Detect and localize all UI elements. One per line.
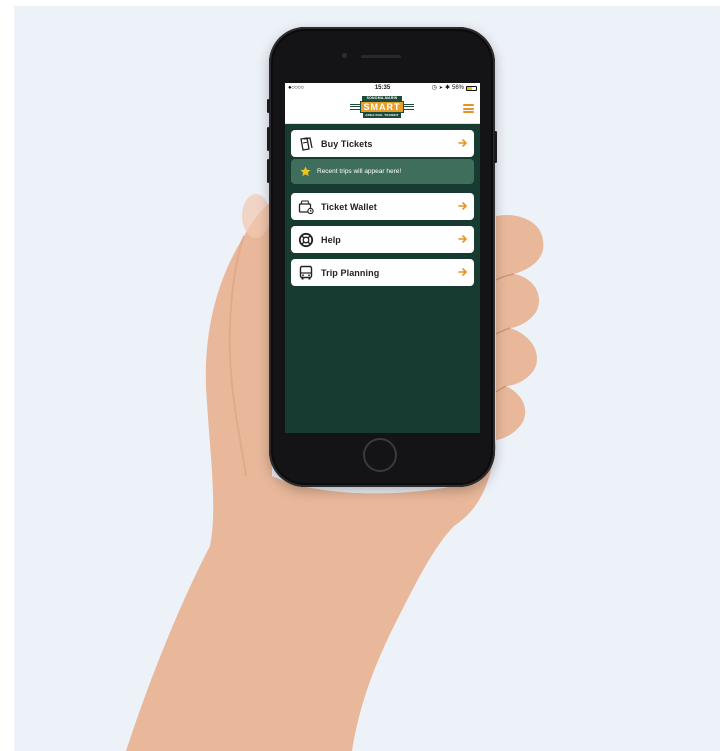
ticket-wallet-button[interactable]: Ticket Wallet <box>291 193 474 220</box>
arrow-right-icon <box>458 139 467 147</box>
recent-trips-text: Recent trips will appear here! <box>317 168 402 175</box>
app-header: SONOMA-MARIN SMART AREA RAIL TRANSIT <box>285 93 480 124</box>
buy-tickets-button[interactable]: Buy Tickets <box>291 130 474 157</box>
wallet-icon <box>298 199 314 215</box>
earpiece-speaker <box>361 55 401 58</box>
smart-logo: SONOMA-MARIN SMART AREA RAIL TRANSIT <box>350 96 414 120</box>
mute-switch <box>267 99 270 113</box>
help-label: Help <box>321 234 341 245</box>
help-button[interactable]: Help <box>291 226 474 253</box>
buy-tickets-label: Buy Tickets <box>321 138 373 149</box>
arrow-right-icon <box>458 202 467 210</box>
trip-planning-label: Trip Planning <box>321 267 380 278</box>
trip-planning-button[interactable]: Trip Planning <box>291 259 474 286</box>
lifebuoy-icon <box>298 232 314 248</box>
battery-level-fill <box>467 86 473 90</box>
volume-down-button <box>267 159 270 183</box>
hamburger-icon[interactable] <box>463 104 474 113</box>
status-bar: ●○○○○ 15:35 ◷ ➤ ✱ 56% <box>285 83 480 93</box>
logo-right-stripes <box>404 104 414 110</box>
alarm-icon: ◷ <box>431 85 437 91</box>
logo-bottom-text: AREA RAIL TRANSIT <box>363 113 401 118</box>
ticket-wallet-label: Ticket Wallet <box>321 201 377 212</box>
power-button <box>494 131 497 163</box>
logo-left-stripes <box>350 104 360 110</box>
recent-trips-banner: Recent trips will appear here! <box>291 159 474 184</box>
home-button[interactable] <box>363 438 397 472</box>
bus-icon <box>298 265 314 281</box>
status-right-group: ◷ ➤ ✱ 56% <box>431 83 477 93</box>
logo-main-text: SMART <box>360 101 404 113</box>
battery-percent: 56% <box>451 85 464 91</box>
front-camera <box>342 53 347 58</box>
battery-icon <box>466 85 477 91</box>
arrow-right-icon <box>458 235 467 243</box>
ticket-icon <box>298 136 314 152</box>
volume-up-button <box>267 127 270 151</box>
star-icon <box>300 166 311 177</box>
phone-body: ●○○○○ 15:35 ◷ ➤ ✱ 56% SONOMA-MARIN SMART… <box>267 27 497 487</box>
main-menu: Buy Tickets Recent trips will appear her… <box>285 124 480 286</box>
bluetooth-icon: ✱ <box>444 85 450 91</box>
arrow-right-icon <box>458 268 467 276</box>
background-scene: ●○○○○ 15:35 ◷ ➤ ✱ 56% SONOMA-MARIN SMART… <box>14 6 720 751</box>
location-icon: ➤ <box>438 85 443 91</box>
phone-screen: ●○○○○ 15:35 ◷ ➤ ✱ 56% SONOMA-MARIN SMART… <box>285 83 480 433</box>
